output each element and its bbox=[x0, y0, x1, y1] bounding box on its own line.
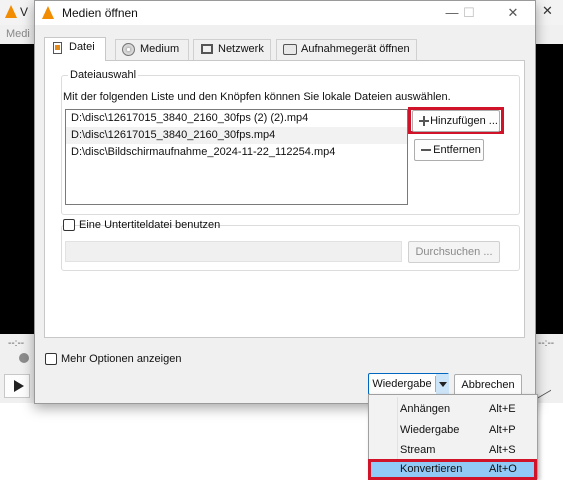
cancel-button[interactable]: Abbrechen bbox=[454, 374, 522, 396]
file-list-item[interactable]: D:\disc\12617015_3840_2160_30fps.mp4 bbox=[66, 127, 407, 144]
play-dropdown-button[interactable]: Wiedergabe bbox=[368, 373, 449, 395]
subtitle-file-field[interactable] bbox=[65, 241, 402, 262]
dialog-title: Medien öffnen bbox=[62, 6, 138, 20]
menu-item-shortcut: Alt+P bbox=[489, 424, 516, 436]
tab-file[interactable]: Datei bbox=[44, 37, 106, 61]
menu-item-stream[interactable]: Stream Alt+S bbox=[369, 440, 537, 460]
file-list-item[interactable]: D:\disc\Bildschirmaufnahme_2024-11-22_11… bbox=[66, 144, 407, 161]
dialog-titlebar: Medien öffnen — ☐ ✕ bbox=[35, 1, 535, 25]
elapsed-time: --:-- bbox=[8, 338, 25, 349]
menu-item-label: Anhängen bbox=[400, 403, 451, 415]
menu-item-label: Stream bbox=[400, 444, 436, 456]
plus-icon bbox=[419, 116, 429, 126]
remove-file-button[interactable]: Entfernen bbox=[414, 139, 484, 161]
tab-disc[interactable]: Medium bbox=[115, 39, 189, 60]
subtitle-checkbox-label: Eine Untertiteldatei benutzen bbox=[79, 219, 221, 231]
vlc-title: V bbox=[20, 5, 29, 19]
add-file-button[interactable]: Hinzufügen ... bbox=[412, 110, 500, 132]
chevron-down-icon[interactable] bbox=[436, 374, 449, 394]
file-selection-description: Mit der folgenden Liste und den Knöpfen … bbox=[63, 91, 451, 103]
minus-icon bbox=[421, 149, 431, 151]
total-time: --:-- bbox=[538, 338, 555, 349]
convert-item-highlight bbox=[368, 459, 537, 480]
vlc-close-icon[interactable]: ✕ bbox=[542, 3, 553, 19]
menu-item-play[interactable]: Wiedergabe Alt+P bbox=[369, 420, 537, 440]
play-dropdown-label[interactable]: Wiedergabe bbox=[369, 374, 435, 394]
close-button[interactable]: ✕ bbox=[498, 3, 528, 23]
file-list-item[interactable]: D:\disc\12617015_3840_2160_30fps (2) (2)… bbox=[66, 110, 407, 127]
vlc-cone-icon bbox=[42, 6, 54, 19]
tab-network-label: Netzwerk bbox=[218, 43, 264, 55]
record-icon[interactable] bbox=[19, 353, 29, 363]
network-icon bbox=[201, 44, 213, 54]
tab-file-label: Datei bbox=[69, 41, 95, 53]
browse-subtitle-button[interactable]: Durchsuchen ... bbox=[408, 241, 500, 263]
tab-disc-label: Medium bbox=[140, 43, 180, 55]
more-options-checkbox[interactable] bbox=[45, 353, 57, 365]
subtitle-checkbox[interactable] bbox=[63, 219, 75, 231]
disc-icon bbox=[122, 43, 135, 56]
browse-subtitle-button-label: Durchsuchen ... bbox=[415, 246, 493, 258]
menu-item-enqueue[interactable]: Anhängen Alt+E bbox=[369, 399, 537, 419]
menu-item-shortcut: Alt+S bbox=[489, 444, 516, 456]
open-media-dialog: Medien öffnen — ☐ ✕ Datei Medium Netzwer… bbox=[34, 0, 536, 404]
file-icon bbox=[53, 42, 62, 54]
remove-file-button-label: Entfernen bbox=[433, 144, 481, 156]
add-file-button-label: Hinzufügen ... bbox=[430, 115, 498, 127]
vlc-menu-media[interactable]: Medi bbox=[6, 28, 30, 40]
menu-item-shortcut: Alt+E bbox=[489, 403, 516, 415]
menu-item-label: Wiedergabe bbox=[400, 424, 460, 436]
maximize-button[interactable]: ☐ bbox=[454, 3, 484, 23]
tab-capture-device-label: Aufnahmegerät öffnen bbox=[301, 43, 410, 55]
file-list[interactable]: D:\disc\12617015_3840_2160_30fps (2) (2)… bbox=[65, 109, 408, 205]
tab-network[interactable]: Netzwerk bbox=[193, 39, 271, 60]
tab-capture-device[interactable]: Aufnahmegerät öffnen bbox=[276, 39, 417, 60]
more-options-label: Mehr Optionen anzeigen bbox=[61, 353, 182, 365]
capture-device-icon bbox=[283, 44, 297, 55]
play-button[interactable] bbox=[4, 374, 30, 398]
file-selection-legend: Dateiauswahl bbox=[68, 69, 139, 81]
cancel-button-label: Abbrechen bbox=[461, 379, 515, 391]
vlc-logo-icon bbox=[5, 5, 17, 18]
